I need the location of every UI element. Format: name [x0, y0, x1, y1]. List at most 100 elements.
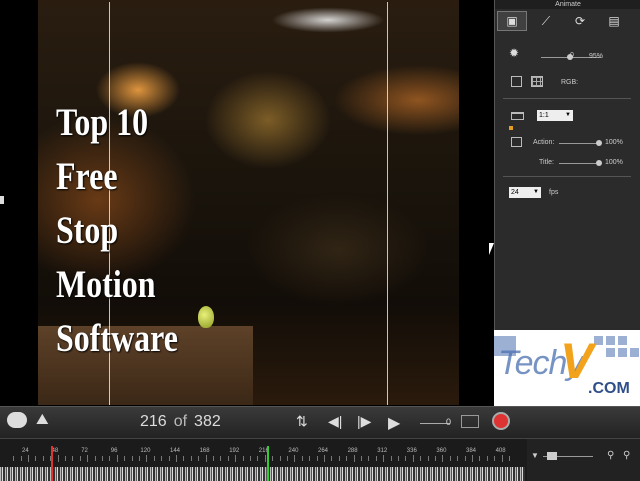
tick-mark [412, 455, 414, 462]
preview-area[interactable]: Top 10 Free Stop Motion Software [0, 0, 493, 405]
tick-mark [294, 455, 296, 462]
step-forward-button[interactable]: |▶ [357, 413, 371, 430]
tick-mark [442, 455, 444, 462]
tick-label: 336 [406, 448, 417, 454]
tick-label: 240 [288, 448, 299, 454]
tick-mark [57, 455, 59, 462]
tick-mark [361, 456, 362, 461]
swap-icon[interactable]: ⇅ [296, 413, 308, 430]
tick-label: 288 [347, 448, 358, 454]
logo-square [594, 336, 603, 345]
tick-mark [205, 455, 207, 462]
title-slider-knob[interactable] [596, 160, 602, 166]
title-label: Title: [539, 159, 554, 166]
step-back-button[interactable]: ◀| [328, 413, 342, 430]
tick-mark [161, 456, 163, 461]
tick-mark [346, 456, 348, 461]
tick-mark [264, 455, 266, 462]
fps-unit: fps [549, 189, 559, 196]
tick-mark [213, 456, 214, 461]
logo-square [606, 348, 615, 357]
playhead-current[interactable] [267, 446, 269, 481]
tick-label: 360 [436, 448, 447, 454]
logo-square [630, 348, 639, 357]
zoom-in-icon[interactable]: ⚲ [623, 450, 630, 461]
loop-tab[interactable]: ⟳ [565, 11, 595, 31]
clipboard-icon: ▤ [608, 14, 620, 28]
techyv-logo: Techy V .COM [494, 330, 640, 406]
tick-mark [405, 456, 407, 461]
clipboard-tab[interactable]: ▤ [599, 11, 629, 31]
tick-label: 24 [22, 448, 29, 454]
tick-mark [486, 456, 488, 461]
action-slider-knob[interactable] [596, 140, 602, 146]
onion-skin-icon[interactable] [7, 412, 27, 428]
playhead-start[interactable] [51, 446, 53, 481]
tick-mark [435, 456, 436, 461]
tick-mark [324, 455, 325, 462]
tick-mark [176, 455, 177, 462]
screen-icon [511, 112, 524, 120]
tick-label: 144 [170, 448, 181, 454]
audio-waveform [0, 467, 525, 481]
tick-mark [87, 455, 89, 462]
tick-mark [102, 456, 103, 461]
chevron-down-icon[interactable]: ▼ [531, 451, 539, 460]
aspect-ratio-dropdown[interactable]: 1:1 ▼ [537, 110, 573, 121]
overlay-title-line: Motion [56, 263, 156, 306]
action-slider[interactable] [559, 143, 599, 144]
brightness-value: 0 [570, 52, 574, 59]
tick-mark [464, 456, 466, 461]
frame-counter: 216 of 382 [140, 413, 221, 431]
rgb-label: RGB: [561, 79, 579, 86]
logo-square [618, 348, 627, 357]
grid-toggle-icon[interactable] [461, 415, 479, 428]
tick-mark [279, 456, 281, 461]
tick-label: 408 [495, 448, 506, 454]
tick-mark [124, 456, 126, 461]
record-button[interactable] [492, 412, 510, 430]
tick-mark [427, 456, 429, 461]
tick-mark [35, 456, 37, 461]
tick-mark [331, 456, 333, 461]
brightness-icon: ✹ [509, 46, 520, 60]
fps-value: 24 [511, 189, 519, 196]
magic-wand-tab[interactable]: ⟋ [531, 11, 561, 31]
brightness-percent: 95% [589, 53, 604, 60]
layer-icon [511, 137, 522, 147]
overlay-title-line: Stop [56, 209, 119, 252]
zoom-slider-knob[interactable] [547, 452, 557, 460]
logo-square [618, 336, 627, 345]
overlay-title: Top 10 Free Stop Motion Software [56, 96, 205, 366]
overlay-title-line: Top 10 [56, 101, 149, 144]
tick-mark [420, 456, 422, 461]
tick-mark [153, 456, 155, 461]
tick-mark [257, 456, 259, 461]
divider [503, 176, 631, 177]
tick-mark [457, 456, 459, 461]
camera-tab[interactable]: ▣ [497, 11, 527, 31]
tick-mark [398, 456, 399, 461]
zoom-out-icon[interactable]: ⚲ [607, 450, 614, 461]
tick-label: 312 [377, 448, 388, 454]
tick-label: 384 [466, 448, 477, 454]
tick-mark [509, 456, 510, 461]
add-color-icon[interactable] [511, 76, 522, 87]
landscape-icon[interactable]: ⛰ [36, 411, 49, 428]
tick-mark [20, 456, 22, 461]
tick-mark [353, 455, 355, 462]
chevron-down-icon: ▼ [533, 189, 539, 195]
tick-mark [146, 455, 148, 462]
tick-label: 264 [318, 448, 329, 454]
tick-mark [183, 456, 185, 461]
play-button[interactable]: ▶ [388, 413, 400, 433]
tick-mark [338, 456, 340, 461]
tick-mark [242, 456, 244, 461]
timeline[interactable]: 24 48 72 96 120 144 168 192 216 240 264 288 312 336 36… [0, 438, 640, 481]
fps-dropdown[interactable]: 24 ▼ [509, 187, 541, 198]
tick-mark [375, 456, 377, 461]
tick-mark [13, 456, 15, 461]
grid-icon[interactable] [531, 76, 543, 87]
tick-mark [65, 456, 66, 461]
title-slider[interactable] [559, 163, 599, 164]
